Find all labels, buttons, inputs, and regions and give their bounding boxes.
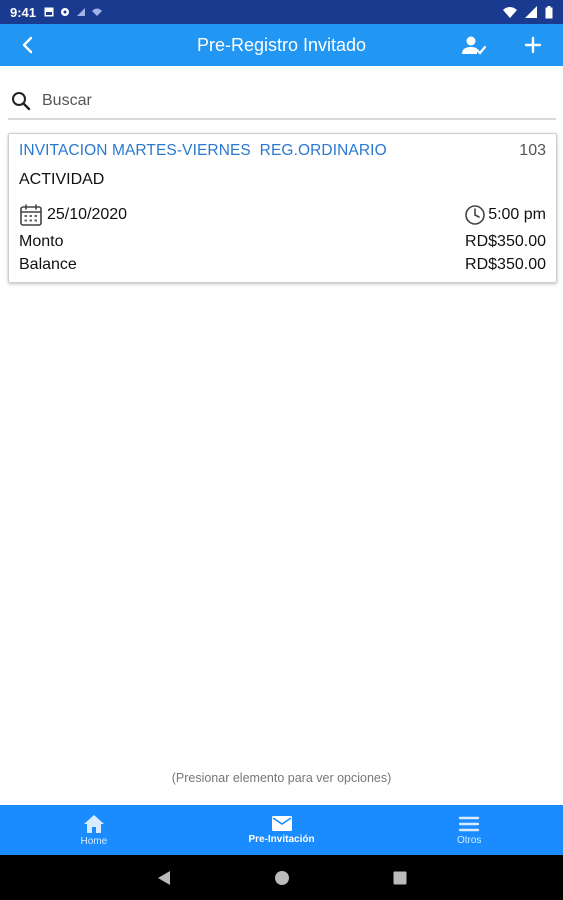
invitation-number: 103 (519, 142, 546, 159)
home-icon (83, 814, 104, 833)
balance-label: Balance (19, 256, 77, 273)
back-button[interactable] (14, 32, 40, 58)
system-back-button[interactable] (154, 868, 174, 888)
time-wrap: 5:00 pm (464, 204, 546, 226)
status-bar: 9:41 (0, 0, 563, 24)
image-notification-icon (44, 7, 54, 17)
search-bar (8, 84, 556, 120)
hint-text: (Presionar elemento para ver opciones) (171, 771, 392, 785)
triangle-back-icon (157, 870, 170, 885)
chevron-left-icon (22, 36, 33, 54)
nav-label-otros: Otros (456, 834, 482, 846)
circle-home-icon (274, 870, 289, 885)
monto-label: Monto (19, 233, 64, 250)
user-check-button[interactable] (461, 32, 487, 58)
monto-value: RD$350.00 (465, 233, 546, 250)
invitation-name: INVITACION MARTES-VIERNES REG.ORDINARIO (19, 142, 387, 159)
menu-icon (458, 816, 480, 831)
invitation-type: ACTIVIDAD (19, 171, 105, 188)
date-time-row: 25/10/2020 5:00 pm (19, 202, 546, 228)
invitation-time: 5:00 pm (488, 206, 546, 223)
clock-icon (465, 205, 485, 225)
battery-icon (545, 5, 553, 18)
system-nav-bar (0, 855, 563, 900)
balance-row: Balance RD$350.00 (19, 256, 546, 274)
calendar-icon (20, 204, 42, 226)
wifi-icon (503, 7, 517, 18)
system-recents-button[interactable] (390, 868, 410, 888)
wifi-notification-icon (92, 8, 103, 16)
status-right (503, 5, 553, 19)
settings-notification-icon (61, 8, 70, 16)
invitation-date: 25/10/2020 (47, 206, 128, 223)
user-check-icon (462, 36, 486, 55)
add-button[interactable] (520, 32, 546, 58)
status-time: 9:41 (10, 4, 37, 20)
nav-item-otros[interactable]: Otros (375, 805, 563, 855)
cell-signal-icon (525, 6, 537, 18)
plus-icon (524, 36, 542, 54)
app-bar: Pre-Registro Invitado (0, 24, 563, 66)
notification-icons (44, 7, 103, 17)
nav-item-pre-invitacion[interactable]: Pre-Invitación (188, 805, 376, 855)
nav-item-home[interactable]: Home (0, 805, 188, 855)
search-input[interactable] (42, 92, 522, 110)
system-home-button[interactable] (272, 868, 292, 888)
envelope-icon (271, 816, 292, 831)
invitation-card[interactable]: INVITACION MARTES-VIERNES REG.ORDINARIO … (8, 133, 557, 283)
nav-label-home: Home (80, 835, 108, 847)
balance-value: RD$350.00 (465, 256, 546, 273)
nav-label-pre-invitacion: Pre-Invitación (248, 834, 315, 845)
search-icon (12, 92, 31, 111)
signal-notification-icon (77, 8, 86, 16)
bottom-nav: Home Pre-Invitación Otros (0, 805, 563, 855)
monto-row: Monto RD$350.00 (19, 233, 546, 251)
square-recents-icon (393, 871, 406, 884)
